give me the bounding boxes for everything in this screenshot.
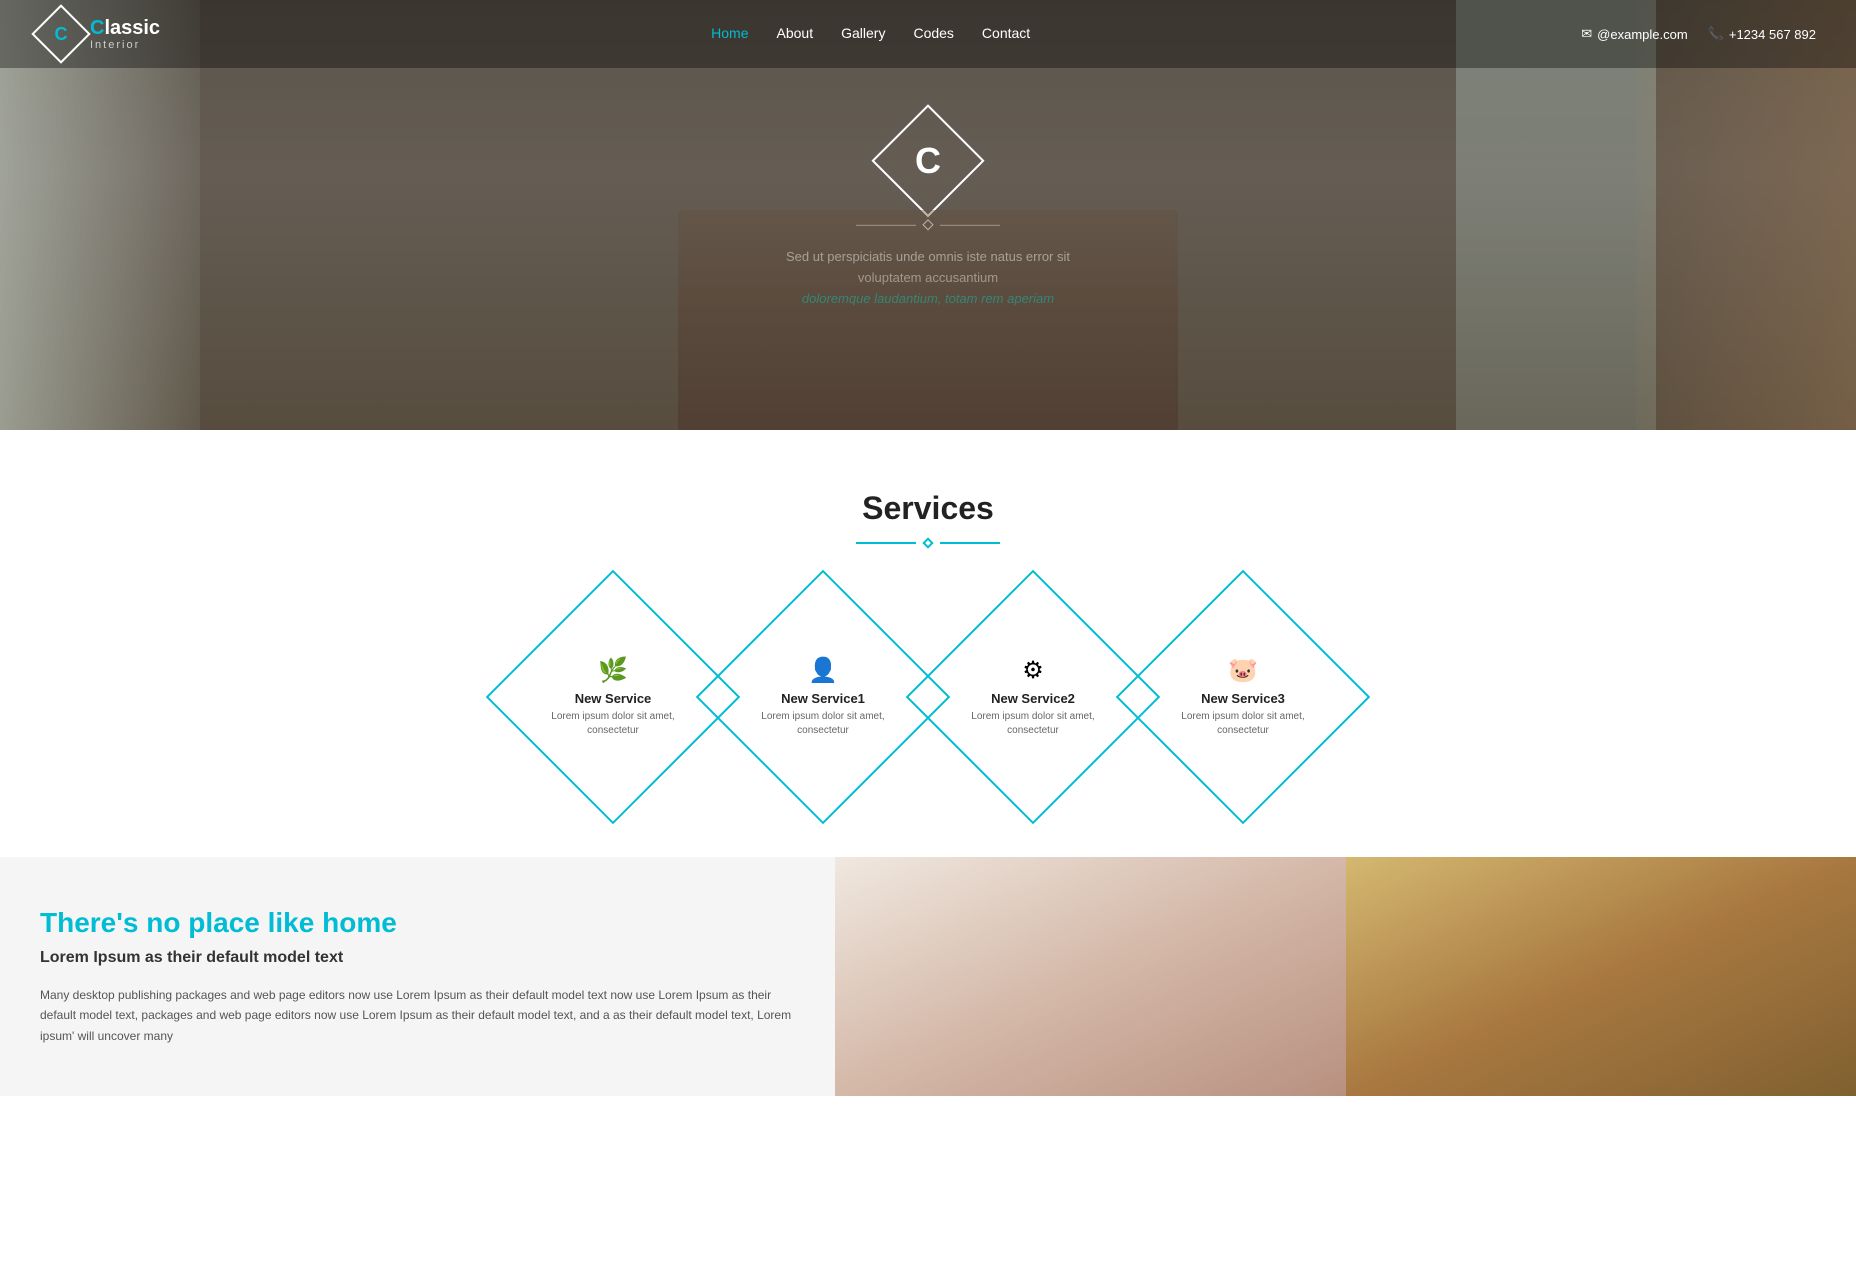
nav-item-codes[interactable]: Codes xyxy=(913,25,953,43)
divider-line-right xyxy=(940,542,1000,544)
nav-link-codes[interactable]: Codes xyxy=(913,25,953,41)
bedroom-sim xyxy=(1346,857,1856,1096)
home-heading: There's no place like home xyxy=(40,907,795,939)
home-body: Many desktop publishing packages and web… xyxy=(40,985,795,1046)
divider-diamond xyxy=(922,537,933,548)
service-card-inner-0: 🌿 New Service Lorem ipsum dolor sit amet… xyxy=(525,646,701,748)
logo-subtitle: Interior xyxy=(90,39,160,51)
nav-item-home[interactable]: Home xyxy=(711,25,748,43)
bedroom-bg xyxy=(1346,857,1856,1096)
nav-link-gallery[interactable]: Gallery xyxy=(841,25,885,41)
bed xyxy=(678,210,1178,430)
nav-contact: ✉ @example.com 📞 +1234 567 892 xyxy=(1581,26,1816,42)
accent-red xyxy=(916,922,946,982)
toilet xyxy=(1060,1016,1120,1096)
service-icon-1: 👤 xyxy=(745,656,901,685)
service-desc-0: Lorem ipsum dolor sit amet, consectetur xyxy=(535,710,691,738)
hero-logo-diamond: C xyxy=(871,104,984,217)
nav-item-contact[interactable]: Contact xyxy=(982,25,1030,43)
home-bedroom-image xyxy=(1346,857,1856,1096)
sink xyxy=(906,937,1274,987)
service-name-2: New Service2 xyxy=(955,691,1111,706)
service-icon-2: ⚙ xyxy=(955,656,1111,685)
bathroom-sim xyxy=(835,857,1345,1096)
services-section: Services 🌿 New Service Lorem ipsum dolor… xyxy=(0,430,1856,857)
service-card-inner-1: 👤 New Service1 Lorem ipsum dolor sit ame… xyxy=(735,646,911,748)
services-grid: 🌿 New Service Lorem ipsum dolor sit amet… xyxy=(40,597,1816,797)
bathroom-fixture xyxy=(886,917,1294,1096)
service-card-inner-2: ⚙ New Service2 Lorem ipsum dolor sit ame… xyxy=(945,646,1121,748)
home-bathroom-image xyxy=(835,857,1345,1096)
logo-text-block: Classic Interior xyxy=(90,17,160,51)
service-icon-3: 🐷 xyxy=(1165,656,1321,685)
service-name-0: New Service xyxy=(535,691,691,706)
nav-link-about[interactable]: About xyxy=(777,25,814,41)
nav-item-gallery[interactable]: Gallery xyxy=(841,25,885,43)
nav-link-contact[interactable]: Contact xyxy=(982,25,1030,41)
nav-phone: 📞 +1234 567 892 xyxy=(1708,26,1816,42)
home-text-col: There's no place like home Lorem Ipsum a… xyxy=(0,857,835,1096)
nav-item-about[interactable]: About xyxy=(777,25,814,43)
service-desc-2: Lorem ipsum dolor sit amet, consectetur xyxy=(955,710,1111,738)
services-title: Services xyxy=(40,490,1816,527)
service-card-3: 🐷 New Service3 Lorem ipsum dolor sit ame… xyxy=(1116,570,1371,825)
logo: C Classic Interior xyxy=(40,13,160,55)
service-desc-1: Lorem ipsum dolor sit amet, consectetur xyxy=(745,710,901,738)
service-name-3: New Service3 xyxy=(1165,691,1321,706)
home-section: There's no place like home Lorem Ipsum a… xyxy=(0,857,1856,1096)
lamp-light xyxy=(1739,893,1779,933)
logo-letter: C xyxy=(55,24,68,45)
nav-email: ✉ @example.com xyxy=(1581,26,1687,42)
navbar: C Classic Interior Home About Gallery Co… xyxy=(0,0,1856,68)
service-name-1: New Service1 xyxy=(745,691,901,706)
home-subheading: Lorem Ipsum as their default model text xyxy=(40,949,795,967)
hero-logo-letter: C xyxy=(915,140,941,182)
service-icon-0: 🌿 xyxy=(535,656,691,685)
bed-cover xyxy=(1397,929,1805,1013)
nav-link-home[interactable]: Home xyxy=(711,25,748,41)
logo-brand: Classic xyxy=(90,17,160,39)
divider-line-left xyxy=(856,542,916,544)
service-desc-3: Lorem ipsum dolor sit amet, consectetur xyxy=(1165,710,1321,738)
nav-links: Home About Gallery Codes Contact xyxy=(711,25,1030,43)
email-icon: ✉ xyxy=(1581,26,1592,42)
services-divider xyxy=(40,539,1816,547)
phone-icon: 📞 xyxy=(1708,26,1724,42)
logo-diamond: C xyxy=(31,4,90,63)
service-card-inner-3: 🐷 New Service3 Lorem ipsum dolor sit ame… xyxy=(1155,646,1331,748)
